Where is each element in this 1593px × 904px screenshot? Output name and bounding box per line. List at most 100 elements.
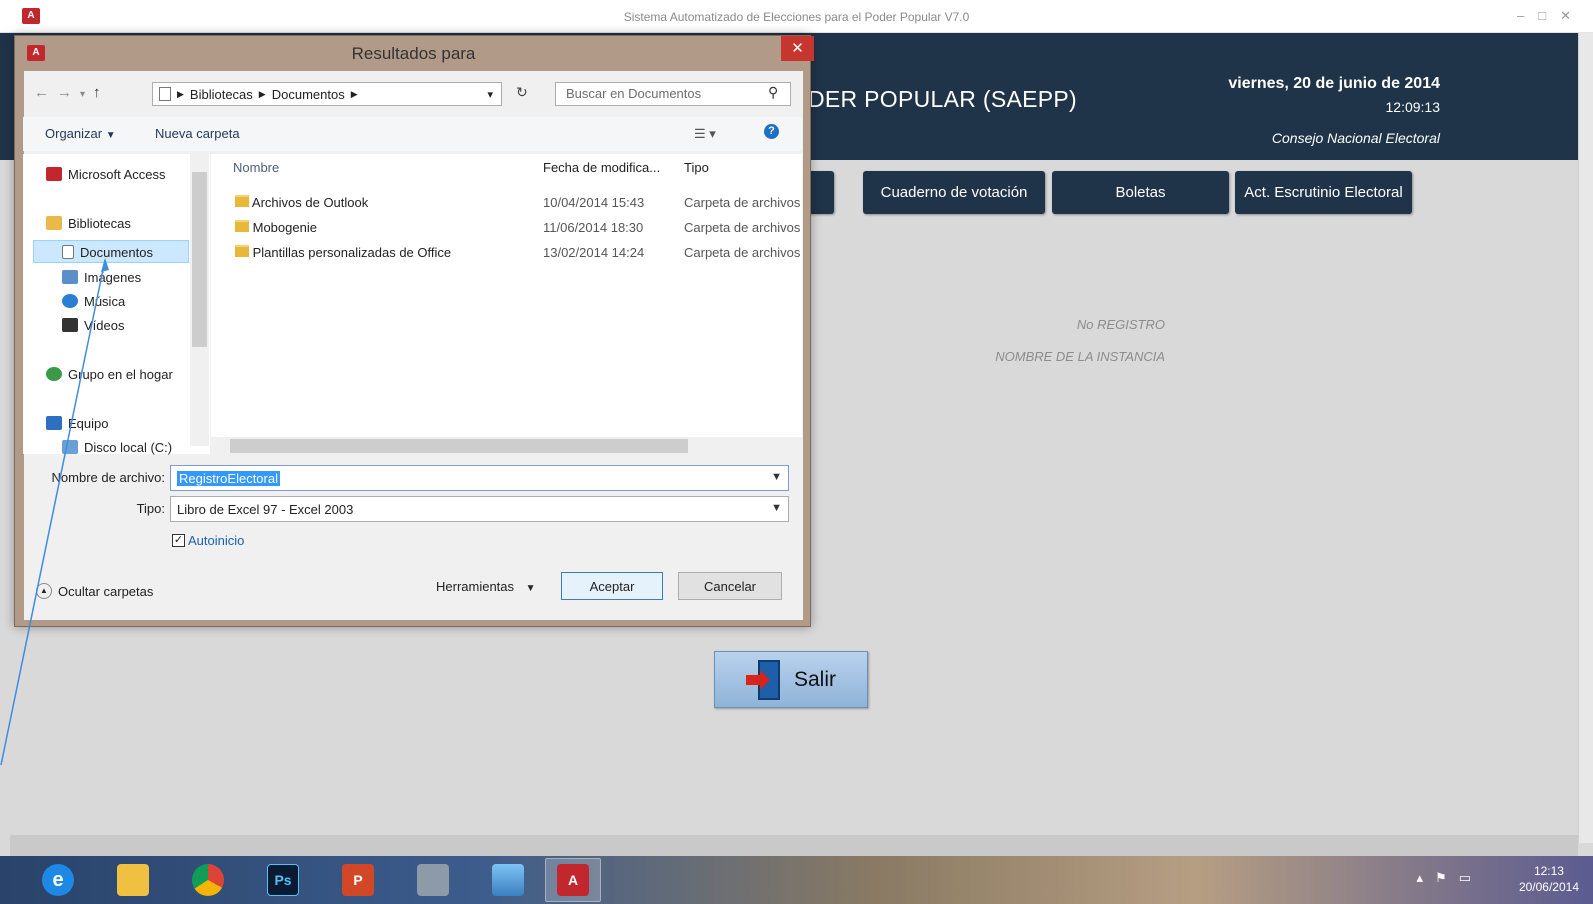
file-type: Carpeta de archivos — [684, 195, 801, 210]
nav-item-homegroup[interactable]: Grupo en el hogar — [46, 363, 173, 385]
header-date: viernes, 20 de junio de 2014 — [1228, 75, 1440, 92]
nav-item-label: Imágenes — [84, 269, 142, 285]
video-icon — [62, 318, 78, 332]
nav-button-escrutinio[interactable]: Act. Escrutinio Electoral — [1235, 171, 1412, 214]
filetype-select[interactable]: Libro de Excel 97 - Excel 2003 ▼ — [170, 496, 789, 522]
column-header-type[interactable]: Tipo — [684, 160, 709, 175]
file-row[interactable]: Plantillas personalizadas de Office — [235, 245, 451, 267]
organize-label: Organizar — [45, 126, 103, 141]
autostart-checkbox[interactable]: ✓ — [172, 534, 185, 547]
file-type: Carpeta de archivos — [684, 220, 801, 235]
document-icon — [62, 245, 74, 259]
exit-button-label: Salir — [793, 667, 836, 691]
nav-item-label: Bibliotecas — [68, 215, 131, 231]
breadcrumb-separator-icon: ▶ — [350, 88, 358, 99]
clock-date: 20/06/2014 — [1518, 880, 1579, 894]
registro-label: No REGISTRO — [1076, 317, 1165, 332]
up-icon[interactable]: ↑ — [93, 84, 109, 101]
internet-explorer-icon: e — [42, 864, 74, 896]
autostart-label[interactable]: Autoinicio — [188, 533, 244, 548]
photoshop-icon: Ps — [267, 864, 299, 896]
nav-item-musica[interactable]: Música — [62, 290, 125, 312]
access-icon — [46, 167, 62, 181]
cancel-button[interactable]: Cancelar — [678, 572, 782, 600]
taskbar-explorer[interactable] — [105, 858, 161, 902]
new-folder-button[interactable]: Nueva carpeta — [155, 126, 240, 141]
filename-label: Nombre de archivo: — [51, 470, 165, 485]
taskbar-access[interactable]: A — [545, 858, 601, 902]
taskbar-photoshop[interactable]: Ps — [255, 858, 311, 902]
refresh-icon[interactable]: ↻ — [516, 84, 528, 101]
search-icon[interactable]: ⚲ — [768, 84, 778, 101]
view-options-icon[interactable]: ☰ ▾ — [694, 126, 716, 142]
file-date: 11/06/2014 18:30 — [543, 220, 644, 235]
back-icon[interactable]: ← — [34, 84, 57, 101]
file-manager-icon — [417, 864, 449, 896]
system-tray[interactable]: ▴⚑▭ — [1417, 870, 1483, 886]
taskbar-imageviewer[interactable] — [480, 858, 536, 902]
search-input[interactable]: Buscar en Documentos — [555, 82, 791, 106]
main-vertical-scrollbar[interactable] — [1578, 33, 1593, 843]
filename-input[interactable]: RegistroElectoral ▼ — [170, 465, 789, 491]
nav-item-imagenes[interactable]: Imágenes — [62, 266, 141, 288]
nav-item-equipo[interactable]: Equipo — [46, 412, 108, 434]
nav-item-label: Disco local (C:) — [84, 439, 173, 455]
breadcrumb-separator-icon: ▶ — [258, 88, 266, 99]
help-icon[interactable]: ? — [764, 124, 779, 139]
taskbar-filemanager[interactable] — [405, 858, 461, 902]
nav-item-documentos[interactable]: Documentos — [62, 241, 153, 263]
nav-item-disco[interactable]: Disco local (C:) — [62, 436, 172, 458]
app-title: DER POPULAR (SAEPP) — [808, 86, 1077, 112]
hide-folders-toggle[interactable]: ▲ Ocultar carpetas — [36, 583, 153, 599]
chevron-down-icon[interactable]: ▼ — [771, 471, 782, 483]
nav-item-access[interactable]: Microsoft Access — [46, 163, 166, 185]
nav-item-label: Vídeos — [84, 317, 125, 333]
chevron-down-icon: ▼ — [105, 130, 116, 141]
chevron-down-icon[interactable]: ▼ — [771, 502, 782, 514]
file-list-scroll-thumb[interactable] — [230, 439, 688, 453]
access-icon: A — [557, 864, 589, 896]
disk-icon — [62, 440, 78, 454]
taskbar-clock[interactable]: 12:13 20/06/2014 — [1519, 863, 1579, 895]
image-viewer-icon — [492, 864, 524, 896]
library-icon — [46, 216, 62, 230]
folder-icon — [235, 220, 249, 232]
nav-item-videos[interactable]: Vídeos — [62, 314, 124, 336]
address-bar[interactable]: ▶ Bibliotecas ▶ Documentos ▶ ▾ — [152, 82, 502, 106]
nav-item-bibliotecas[interactable]: Bibliotecas — [46, 212, 131, 234]
file-row[interactable]: Archivos de Outlook — [235, 195, 368, 217]
breadcrumb-documentos[interactable]: Documentos — [272, 87, 345, 102]
breadcrumb-bibliotecas[interactable]: Bibliotecas — [190, 87, 253, 102]
file-row[interactable]: Mobogenie — [235, 220, 317, 242]
taskbar-ie[interactable]: e — [30, 858, 86, 902]
window-title: Sistema Automatizado de Elecciones para … — [623, 10, 970, 24]
ok-button[interactable]: Aceptar — [561, 572, 663, 600]
chevron-down-icon: ▼ — [525, 583, 536, 594]
nav-item-label: Documentos — [80, 244, 153, 260]
taskbar-chrome[interactable] — [180, 858, 236, 902]
column-header-name[interactable]: Nombre — [233, 160, 279, 175]
nav-arrows[interactable]: ←→▾↑ — [34, 84, 109, 101]
exit-door-icon — [745, 659, 780, 700]
organize-menu[interactable]: Organizar ▼ — [45, 126, 116, 141]
breadcrumb-separator-icon: ▶ — [177, 88, 184, 99]
file-name: Plantillas personalizadas de Office — [252, 245, 452, 260]
taskbar-powerpoint[interactable]: P — [330, 858, 386, 902]
dialog-close-button[interactable]: ✕ — [781, 36, 814, 61]
file-date: 13/02/2014 14:24 — [543, 245, 645, 260]
exit-button[interactable]: Salir — [714, 651, 868, 708]
forward-icon[interactable]: → — [57, 84, 80, 101]
status-band — [10, 835, 1578, 857]
recent-chevron-icon[interactable]: ▾ — [80, 89, 93, 100]
nav-button-boletas[interactable]: Boletas — [1052, 171, 1229, 214]
nav-item-label: Microsoft Access — [68, 166, 166, 182]
dialog-title: Resultados para — [351, 44, 476, 63]
nav-pane-scroll-thumb[interactable] — [192, 172, 207, 347]
column-header-date[interactable]: Fecha de modifica... — [543, 160, 660, 175]
window-controls[interactable]: –□✕ — [1517, 8, 1585, 24]
address-dropdown-icon[interactable]: ▾ — [487, 88, 493, 101]
file-explorer-icon — [117, 864, 149, 896]
tools-menu[interactable]: Herramientas ▼ — [436, 579, 536, 594]
nav-button-cuaderno[interactable]: Cuaderno de votación — [863, 171, 1045, 214]
powerpoint-icon: P — [342, 864, 374, 896]
